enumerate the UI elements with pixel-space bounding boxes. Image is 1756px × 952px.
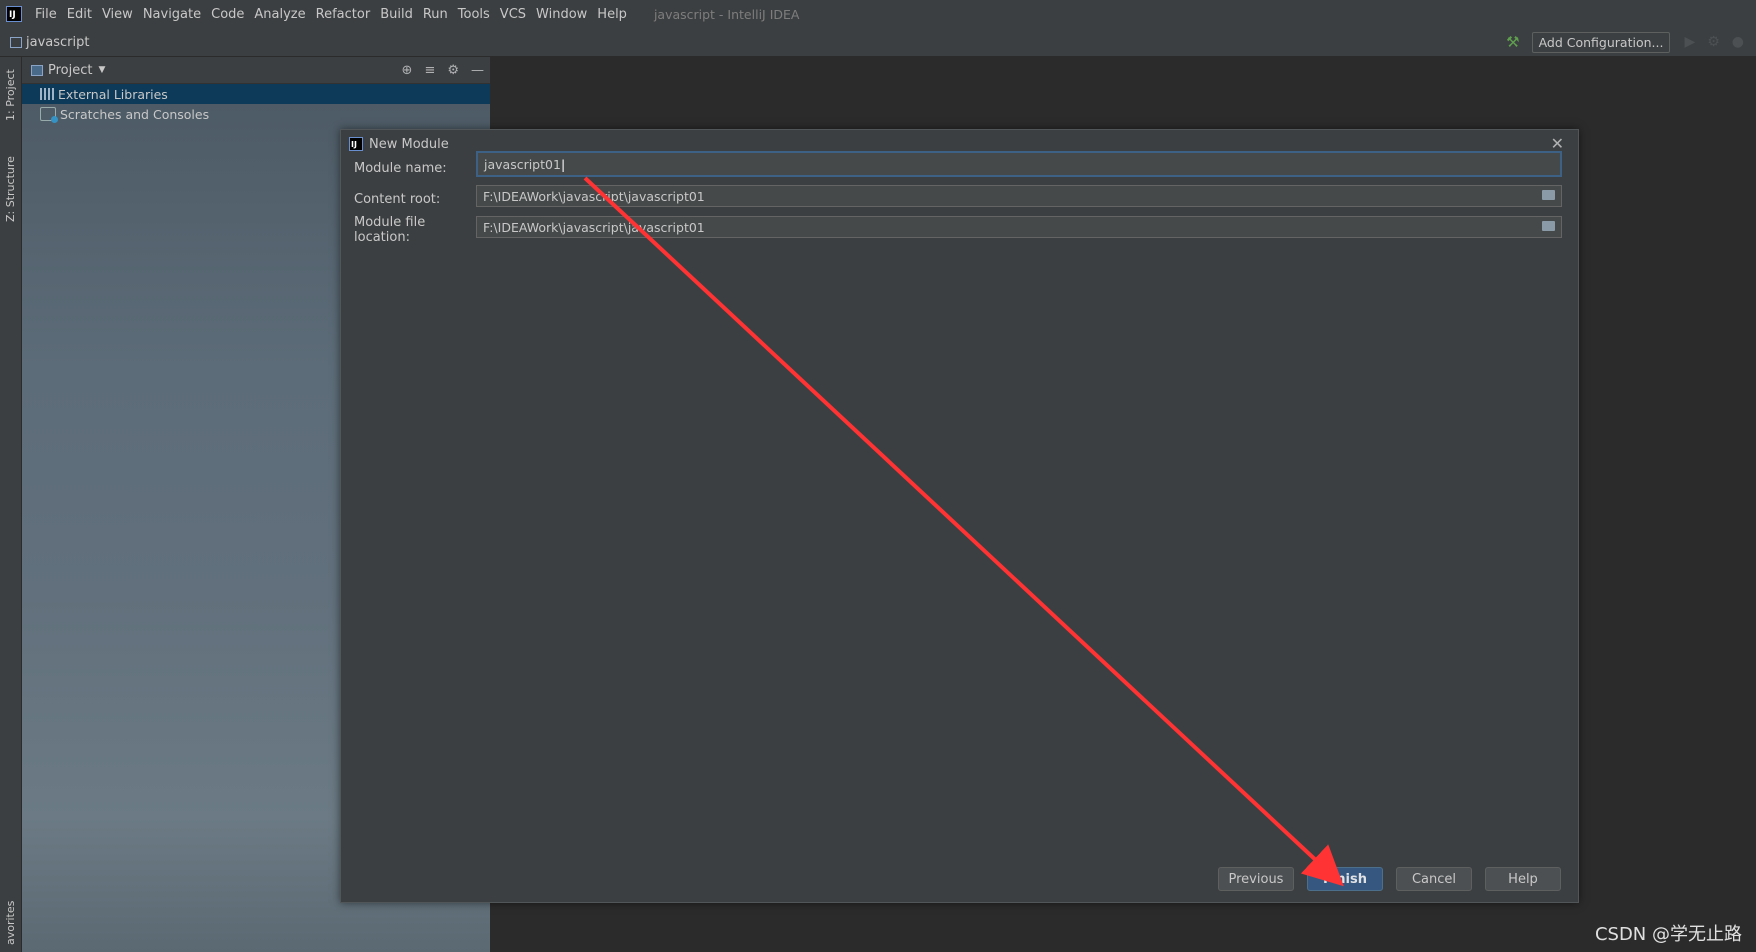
cancel-button[interactable]: Cancel: [1396, 867, 1472, 891]
menu-run[interactable]: Run: [418, 7, 453, 22]
help-button[interactable]: Help: [1485, 867, 1561, 891]
module-file-location-row: Module file location:: [354, 215, 476, 245]
browse-folder-icon[interactable]: [1542, 190, 1555, 200]
new-module-dialog: IJ New Module ✕ Module name: javascript0…: [340, 129, 1579, 903]
content-root-value: F:\IDEAWork\javascript\javascript01: [483, 188, 705, 204]
content-root-row: Content root:: [354, 188, 476, 210]
run-toolbar: ⚒ Add Configuration... ▶ ⚙ ●: [1506, 28, 1756, 56]
scratches-icon: [40, 107, 58, 123]
menu-navigate[interactable]: Navigate: [138, 7, 206, 22]
module-file-location-label: Module file location:: [354, 215, 426, 245]
gear-icon[interactable]: ⚙: [447, 63, 459, 78]
module-name-value: javascript01: [484, 156, 561, 172]
run-icon[interactable]: ▶: [1684, 34, 1695, 50]
debug-icon[interactable]: ⚙: [1707, 34, 1720, 50]
menu-file[interactable]: File: [30, 7, 62, 22]
project-panel-header: Project ▼ ⊕ ≡ ⚙ —: [22, 57, 490, 84]
structure-tool-tab-label: Z: Structure: [4, 156, 17, 222]
content-root-input[interactable]: F:\IDEAWork\javascript\javascript01: [476, 185, 1562, 207]
favorites-tool-tab-label: avorites: [4, 900, 17, 946]
structure-tool-tab[interactable]: Z: Structure: [0, 149, 21, 229]
content-root-label: Content root:: [354, 191, 441, 207]
menu-help[interactable]: Help: [592, 7, 632, 22]
window-title: javascript - IntelliJ IDEA: [653, 6, 800, 22]
coverage-icon[interactable]: ●: [1732, 34, 1744, 50]
menu-code[interactable]: Code: [206, 7, 249, 22]
menu-window[interactable]: Window: [531, 7, 592, 22]
favorites-tool-tab[interactable]: avorites: [0, 895, 21, 951]
menu-tools[interactable]: Tools: [453, 7, 495, 22]
module-file-location-input[interactable]: F:\IDEAWork\javascript\javascript01: [476, 216, 1562, 238]
project-view-selector[interactable]: Project: [48, 63, 92, 78]
tree-item-external-libraries[interactable]: External Libraries: [22, 84, 490, 104]
browse-folder-icon[interactable]: [1542, 221, 1555, 231]
csdn-watermark: CSDN @学无止路: [1594, 924, 1742, 945]
module-file-location-value: F:\IDEAWork\javascript\javascript01: [483, 219, 705, 235]
left-tool-stripe: 1: Project Z: Structure avorites: [0, 57, 22, 952]
menu-vcs[interactable]: VCS: [495, 7, 531, 22]
navigation-bar: javascript ⚒ Add Configuration... ▶ ⚙ ●: [0, 28, 1756, 57]
menu-refactor[interactable]: Refactor: [311, 7, 376, 22]
menu-bar: IJ File Edit View Navigate Code Analyze …: [0, 0, 1756, 29]
module-name-input[interactable]: javascript01 |: [476, 151, 1562, 177]
previous-button[interactable]: Previous: [1218, 867, 1294, 891]
hide-panel-icon[interactable]: —: [471, 63, 484, 78]
library-icon: [40, 88, 54, 100]
locate-file-icon[interactable]: ⊕: [402, 63, 413, 78]
tree-item-label: External Libraries: [58, 86, 168, 102]
tree-item-label: Scratches and Consoles: [60, 106, 210, 122]
tree-item-scratches[interactable]: Scratches and Consoles: [22, 104, 490, 124]
project-tool-tab-label: 1: Project: [4, 69, 17, 121]
project-tool-tab[interactable]: 1: Project: [0, 63, 21, 127]
finish-button[interactable]: Finish: [1307, 867, 1383, 891]
project-folder-icon: [10, 36, 22, 48]
intellij-logo-icon: IJ: [349, 137, 363, 151]
dialog-title: New Module: [369, 136, 449, 152]
breadcrumb-project[interactable]: javascript: [26, 35, 89, 50]
menu-view[interactable]: View: [97, 7, 138, 22]
menu-edit[interactable]: Edit: [62, 7, 97, 22]
menu-analyze[interactable]: Analyze: [249, 7, 310, 22]
module-name-label: Module name:: [354, 160, 447, 176]
build-hammer-icon[interactable]: ⚒: [1506, 33, 1519, 51]
chevron-down-icon[interactable]: ▼: [98, 65, 105, 75]
intellij-logo-icon: IJ: [6, 6, 22, 22]
menu-build[interactable]: Build: [375, 7, 418, 22]
project-view-icon: [31, 64, 43, 76]
add-configuration-button[interactable]: Add Configuration...: [1531, 31, 1671, 53]
project-panel-tools: ⊕ ≡ ⚙ —: [390, 57, 484, 83]
collapse-all-icon[interactable]: ≡: [424, 63, 435, 78]
